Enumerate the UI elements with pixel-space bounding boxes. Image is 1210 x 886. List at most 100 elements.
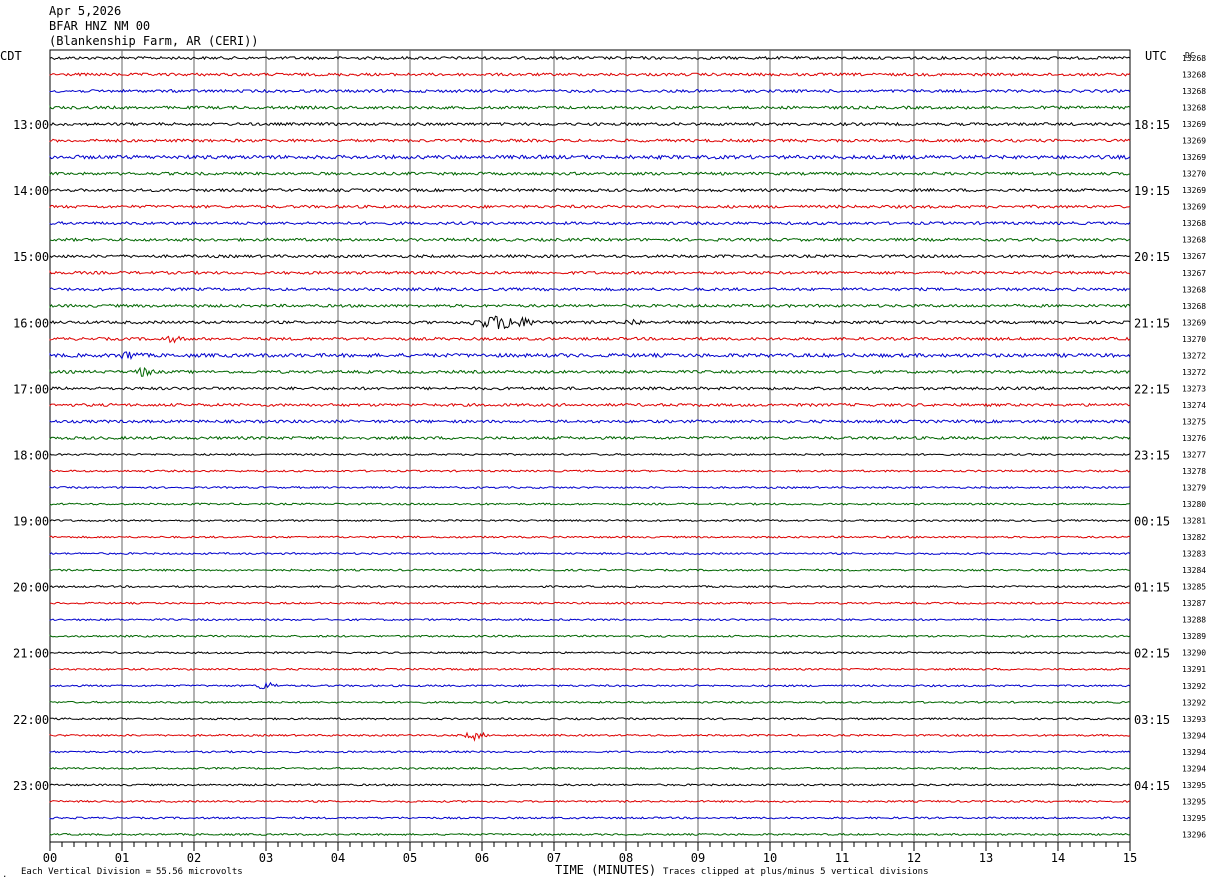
seismic-trace (49, 634, 1131, 638)
seismic-trace (49, 452, 1131, 457)
dc-offset-label: 13268 (1182, 54, 1206, 63)
seismic-trace (49, 502, 1131, 506)
utc-hour-label: 18:15 (1134, 118, 1170, 132)
seismic-trace (49, 783, 1131, 787)
cdt-hour-label: 21:00 (13, 647, 49, 661)
dc-offset-label: 13284 (1182, 566, 1206, 575)
corner-mark: . (2, 870, 7, 880)
cdt-hour-label: 13:00 (13, 118, 49, 132)
seismic-trace (49, 518, 1131, 523)
cdt-hour-label: 18:00 (13, 448, 49, 462)
cdt-hour-label: 16:00 (13, 316, 49, 330)
dc-offset-label: 13268 (1182, 87, 1206, 96)
dc-offset-label: 13296 (1182, 830, 1206, 839)
seismic-trace (50, 601, 1131, 605)
cdt-hour-label: 23:00 (13, 779, 49, 793)
utc-hour-label: 19:15 (1134, 184, 1170, 198)
x-tick-label: 09 (691, 851, 705, 865)
dc-offset-label: 13269 (1182, 318, 1206, 327)
seismic-trace (49, 138, 1131, 143)
seismic-trace (49, 303, 1131, 309)
dc-offset-label: 13273 (1182, 384, 1206, 393)
seismic-trace (49, 88, 1131, 94)
dc-offset-label: 13270 (1182, 170, 1206, 179)
dc-offset-label: 13295 (1182, 781, 1206, 790)
scale-prefix: Each Vertical Division = (21, 867, 152, 877)
seismic-trace (49, 72, 1131, 77)
seismic-trace (49, 419, 1131, 424)
dc-offset-label: 13282 (1182, 533, 1206, 542)
seismic-trace (49, 270, 1131, 276)
seismic-trace (49, 154, 1131, 161)
helicorder-plot: 00 01 02 03 04 05 06 07 08 09 10 11 12 13 14 15CDT UTC DC… (0, 49, 1206, 880)
x-tick-label: 10 (763, 851, 777, 865)
dc-offset-label: 13290 (1182, 649, 1206, 658)
dc-offset-label: 13294 (1182, 731, 1206, 740)
dc-offset-label: 13293 (1182, 715, 1206, 724)
dc-offset-label: 13277 (1182, 450, 1206, 459)
dc-offset-label: 13283 (1182, 550, 1206, 559)
seismic-trace (49, 220, 1131, 226)
utc-hour-label: 04:15 (1134, 779, 1170, 793)
plot-frame (49, 49, 1131, 843)
dc-offset-label: 13268 (1182, 236, 1206, 245)
cdt-hour-label: 15:00 (13, 250, 49, 264)
dc-offset-label: 13294 (1182, 748, 1206, 757)
dc-offset-label: 13292 (1182, 698, 1206, 707)
cdt-hour-label: 14:00 (13, 184, 49, 198)
x-tick-label: 02 (187, 851, 201, 865)
dc-offset-label: 13269 (1182, 153, 1206, 162)
dc-offset-label: 13267 (1182, 269, 1206, 278)
dc-offset-label: 13269 (1182, 203, 1206, 212)
dc-offset-label: 13267 (1182, 252, 1206, 261)
dc-offset-label: 13268 (1182, 219, 1206, 228)
seismic-trace (49, 315, 1131, 330)
dc-offset-label: 13274 (1182, 401, 1206, 410)
dc-offset-label: 13287 (1182, 599, 1206, 608)
seismic-trace (49, 731, 1131, 742)
dc-offset-label: 13291 (1182, 665, 1206, 674)
x-tick-label: 01 (115, 851, 129, 865)
x-tick-label: 03 (259, 851, 273, 865)
left-axis-label: CDT (0, 49, 22, 63)
dc-offset-label: 13280 (1182, 500, 1206, 509)
seismic-trace (49, 187, 1131, 193)
x-tick-label: 00 (43, 851, 57, 865)
seismic-trace (49, 286, 1131, 292)
seismic-trace (49, 253, 1131, 259)
seismic-trace (49, 485, 1131, 490)
x-tick-label: 05 (403, 851, 417, 865)
utc-hour-label: 01:15 (1134, 581, 1170, 595)
seismic-trace (49, 335, 1131, 344)
seismic-trace (49, 681, 1131, 690)
dc-offset-label: 13268 (1182, 302, 1206, 311)
dc-offset-label: 13270 (1182, 335, 1206, 344)
seismic-trace (49, 237, 1131, 243)
x-tick-label: 12 (907, 851, 921, 865)
dc-offset-label: 13275 (1182, 417, 1206, 426)
seismic-trace (49, 717, 1131, 721)
dc-offset-label: 13279 (1182, 484, 1206, 493)
seismic-trace (49, 105, 1131, 110)
utc-hour-label: 21:15 (1134, 316, 1170, 330)
dc-offset-label: 13268 (1182, 104, 1206, 113)
utc-hour-label: 20:15 (1134, 250, 1170, 264)
seismic-trace (49, 535, 1131, 539)
x-axis-title: TIME (MINUTES) (555, 863, 657, 877)
x-tick-label: 04 (331, 851, 345, 865)
seismic-trace (49, 435, 1131, 441)
dc-offset-label: 13278 (1182, 467, 1206, 476)
utc-hour-label: 00:15 (1134, 515, 1170, 529)
x-tick-label: 14 (1051, 851, 1065, 865)
dc-offset-label: 13272 (1182, 351, 1206, 360)
cdt-hour-label: 20:00 (13, 581, 49, 595)
x-tick-label: 06 (475, 851, 489, 865)
seismic-trace (49, 386, 1131, 391)
seismic-trace (49, 568, 1131, 572)
seismic-trace (49, 816, 1131, 820)
cdt-hour-label: 19:00 (13, 515, 49, 529)
seismic-trace (49, 55, 1131, 61)
clip-note: Traces clipped at plus/minus 5 vertical … (663, 867, 929, 877)
seismic-trace (49, 351, 1131, 361)
seismic-trace (49, 204, 1131, 209)
